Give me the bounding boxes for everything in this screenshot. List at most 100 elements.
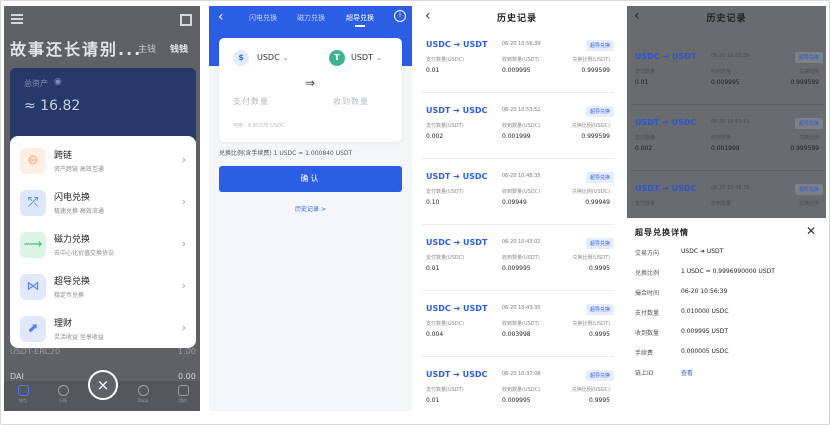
back-icon[interactable]: ‹ (218, 9, 224, 25)
detail-key: 手续费 (635, 350, 654, 357)
nav-wallet[interactable]: 钱包 (8, 385, 38, 404)
swap-type-badge: 超导兑换 (794, 184, 823, 195)
nav-label: 钱包 (19, 398, 27, 403)
swap-type-badge: 超导兑换 (585, 370, 614, 381)
balance-label: 总资产 (24, 79, 48, 88)
history-record[interactable]: USDT ➔ USDC 06-20 10:48:35 超导兑换 支付数量(USD… (422, 169, 614, 225)
page-title: 历史记录 (706, 14, 747, 24)
history-record[interactable]: USDC ➔ USDT 06-20 10:43:30 超导兑换 支付数量(USD… (422, 301, 614, 357)
rate-label: 兑换比例(USDC) (571, 189, 610, 195)
detail-key: 链上ID (635, 370, 654, 377)
receive-label: 收到数量(USDT) (502, 255, 540, 261)
close-icon[interactable]: ✕ (806, 224, 816, 238)
receive-amount: 0.009995 (502, 67, 531, 74)
pay-amount: 0.004 (426, 331, 444, 338)
rate-label: 兑换比例(USDT) (572, 57, 610, 63)
menu-item-title: 超导兑换 (54, 277, 91, 287)
pay-label: 支付数量(USDC) (426, 57, 465, 63)
usdc-icon: $ (233, 50, 249, 66)
swap-type-badge: 超导兑换 (585, 40, 614, 51)
chevron-right-icon: › (181, 279, 186, 292)
swap-pair: USDC ➔ USDT (426, 304, 488, 313)
history-record[interactable]: USDT ➔ USDC 06-20 10:53:51 超导兑换 支付数量(USD… (422, 103, 614, 159)
tab-superconductor-swap[interactable]: 超导兑换 (346, 13, 374, 27)
menu-item[interactable]: ⋈ 超导兑换 稳定币兑换 › (10, 266, 196, 308)
history-link[interactable]: 历史记录 > (209, 204, 412, 213)
flash-swap-icon: ⤱ (27, 195, 39, 210)
pay-label: 支付数量(USDT) (426, 387, 464, 393)
menu-item-title: 理财 (54, 319, 73, 329)
nav-dapp[interactable]: Dapp (128, 385, 158, 403)
usdt-icon: T (329, 50, 345, 66)
menu-item-subtitle: 去中心化价值交换协议 (54, 250, 115, 257)
pay-amount: 0.01 (426, 265, 440, 272)
chevron-down-icon: ⌄ (282, 53, 289, 62)
swap-detail-modal: 超导兑换详情 ✕ 交易方向 USDC ➔ USDT 兑换比例 1 USDC ≈ … (627, 218, 826, 411)
nav-label: 行情 (59, 398, 67, 403)
menu-item-subtitle: 资产跨链 高效互通 (54, 166, 104, 173)
record-time: 06-20 10:56:39 (711, 53, 750, 59)
swap-card: $ USDC ⌄ T USDT ⌄ ⇒ 支付数量 收到数量 可用：8.85370… (219, 38, 402, 142)
tab-flash-swap[interactable]: 闪电兑换 (249, 13, 277, 23)
wallet-tab-main[interactable]: 主钱 (138, 42, 156, 55)
detail-value: 06-20 10:56:39 (681, 288, 728, 295)
confirm-button[interactable]: 确认 (219, 166, 402, 192)
pay-label: 支付数量 (635, 201, 656, 207)
info-icon[interactable]: i (394, 10, 406, 22)
to-coin-label: USDT (351, 53, 373, 62)
page-title: 历史记录 (496, 14, 537, 24)
history-record[interactable]: USDC ➔ USDT 06-20 10:43:02 超导兑换 支付数量(USD… (422, 235, 614, 291)
pay-amount: 0.002 (635, 145, 653, 152)
history-detail-screen: ‹ 历史记录 USDC ➔ USDT 06-20 10:56:39 超导兑换 支… (627, 6, 826, 411)
menu-item[interactable]: ⊖ 跨链 资产跨链 高效互通 › (10, 140, 196, 182)
menu-item[interactable]: ⟿ 磁力兑换 去中心化价值交换协议 › (10, 224, 196, 266)
menu-item[interactable]: ⬈ 理财 灵活收益 坐享收益 › (10, 308, 196, 350)
asset-name: DAI (10, 372, 24, 381)
nav-profile[interactable]: 我的 (168, 385, 198, 404)
tab-magnet-swap[interactable]: 磁力兑换 (297, 13, 325, 23)
history-record: USDT ➔ USDC 06-20 10:53:51 超导兑换 支付数量 收到数… (631, 115, 823, 171)
receive-amount-input[interactable]: 收到数量 (333, 96, 369, 107)
pay-amount: 0.01 (426, 67, 440, 74)
rate-label: 兑换比例 (798, 135, 819, 141)
nav-market[interactable]: 行情 (48, 385, 78, 404)
nav-label: Dapp (137, 398, 149, 403)
history-record[interactable]: USDC ➔ USDT 06-20 10:56:39 超导兑换 支付数量(USD… (422, 37, 614, 93)
detail-key: 兑换比例 (635, 270, 660, 277)
history-record[interactable]: USDT ➔ USDC 06-20 10:37:08 超导兑换 支付数量(USD… (422, 367, 614, 411)
scan-icon[interactable] (180, 14, 192, 26)
wallet-name[interactable]: 故事还长请别... (10, 36, 142, 60)
receive-amount: 0.001999 (711, 145, 740, 152)
chevron-right-icon: › (181, 237, 186, 250)
modal-title: 超导兑换详情 (635, 228, 689, 237)
pay-amount-input[interactable]: 支付数量 (233, 96, 269, 107)
record-time: 06-20 10:53:51 (502, 107, 541, 113)
detail-value: 0.009995 USDT (681, 328, 729, 335)
close-button[interactable]: × (88, 370, 118, 400)
wallet-tab-secondary[interactable]: 钱钱 (170, 42, 188, 55)
rate-value: 0.999599 (581, 67, 610, 74)
chevron-right-icon: › (181, 321, 186, 334)
menu-item[interactable]: ⤱ 闪电兑换 极速兑换 高效流通 › (10, 182, 196, 224)
swap-pair: USDT ➔ USDC (426, 172, 488, 181)
history-header: ‹ 历史记录 (418, 6, 616, 32)
rate-value: 0.9995 (589, 331, 610, 338)
balance-value: ≈ 16.82 (24, 98, 81, 114)
asset-row[interactable]: DAI 0.00 (10, 372, 196, 381)
detail-key: 交易方向 (635, 250, 660, 257)
swap-direction-icon[interactable]: ⇒ (305, 76, 315, 90)
swap-type-badge: 超导兑换 (585, 106, 614, 117)
record-time: 06-20 10:48:35 (711, 185, 750, 191)
menu-icon[interactable] (11, 14, 23, 24)
receive-amount: 0.009995 (502, 397, 531, 404)
eye-icon[interactable]: ◉ (54, 77, 62, 87)
profile-icon (177, 385, 189, 396)
receive-amount: 0.001999 (502, 133, 531, 140)
view-onchain-link[interactable]: 查看 (681, 368, 693, 377)
swap-type-badge: 超导兑换 (794, 118, 823, 129)
receive-amount: 0.009995 (711, 79, 740, 86)
menu-item-title: 磁力兑换 (54, 235, 91, 245)
receive-label: 收到数量(USDC) (502, 123, 541, 129)
to-coin-selector[interactable]: USDT ⌄ (351, 53, 382, 62)
from-coin-selector[interactable]: USDC ⌄ (257, 53, 289, 62)
